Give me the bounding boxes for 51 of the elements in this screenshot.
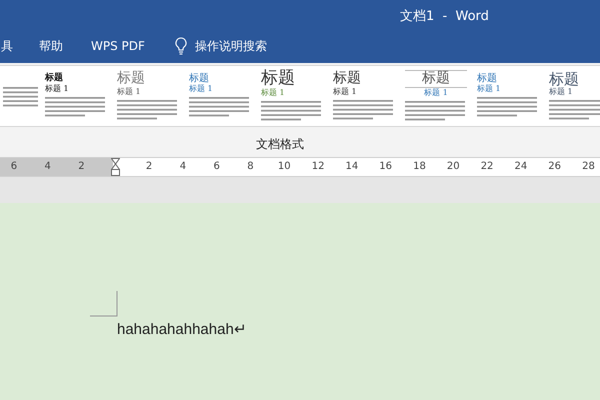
ruler-number: 20: [446, 160, 460, 174]
ruler-number: 16: [379, 160, 392, 174]
style-title-sample: 标题: [45, 74, 64, 84]
ruler-number: 6: [10, 160, 18, 174]
ruler-number: 14: [346, 160, 358, 174]
ruler-number: 4: [180, 160, 186, 174]
style-title-sample: 标题: [189, 73, 210, 84]
ruler-number: 6: [213, 160, 220, 174]
style-title-sample: 标题: [261, 69, 296, 88]
ruler-number: 12: [312, 160, 324, 174]
style-heading-sample: 标题 1: [333, 86, 358, 97]
text-lines-drawing: [45, 96, 105, 118]
text-lines-drawing: [333, 98, 393, 121]
ruler-number: 28: [582, 160, 595, 174]
style-title-sample: 标题: [477, 73, 498, 84]
text-lines-drawing: [477, 96, 537, 118]
ruler-number: 2: [146, 160, 152, 174]
style-heading-sample: 标题 1: [477, 84, 502, 95]
ribbon-tab[interactable]: 帮助: [39, 37, 63, 55]
style-title-sample: 标题: [117, 71, 146, 86]
document-text: hahahahahhahah↵: [117, 320, 248, 340]
ruler-number: 4: [44, 160, 51, 174]
group-label: 文档格式: [256, 136, 304, 153]
indent-marker-icon[interactable]: [110, 158, 120, 176]
style-heading-sample: 标题 1: [45, 84, 70, 94]
style-title-sample: 标题: [549, 70, 580, 88]
style-heading-sample: 标题 1: [549, 87, 574, 98]
text-lines-drawing: [261, 100, 321, 122]
ruler-number: 2: [78, 160, 85, 174]
ruler-number: 22: [480, 160, 494, 174]
text-lines-drawing: [549, 99, 600, 122]
ruler-number: 8: [247, 160, 254, 174]
style-heading-sample: 标题 1: [117, 86, 142, 97]
style-heading-sample: 标题 1: [189, 84, 214, 95]
ruler-number: 18: [413, 160, 426, 174]
style-title-sample: 标题: [333, 71, 362, 86]
style-heading-sample: 标题 1: [423, 88, 449, 98]
lightbulb-icon[interactable]: [174, 37, 187, 55]
tell-me-search[interactable]: 操作说明搜索: [194, 37, 267, 55]
text-lines-drawing: [189, 96, 249, 118]
text-lines-drawing: [117, 98, 177, 121]
margin-corner-mark: [90, 291, 118, 317]
ruler-number: 24: [514, 160, 528, 174]
window-title: 文档1 - Word: [400, 8, 489, 26]
ruler-number: 26: [548, 160, 562, 174]
style-title-sample: 标题: [405, 70, 467, 88]
ribbon-tab[interactable]: 具: [1, 37, 13, 55]
style-heading-sample: 标题 1: [261, 88, 286, 99]
ribbon-tab[interactable]: WPS PDF: [91, 37, 145, 55]
ruler-number: 10: [278, 160, 291, 174]
text-lines-drawing: [405, 100, 465, 122]
